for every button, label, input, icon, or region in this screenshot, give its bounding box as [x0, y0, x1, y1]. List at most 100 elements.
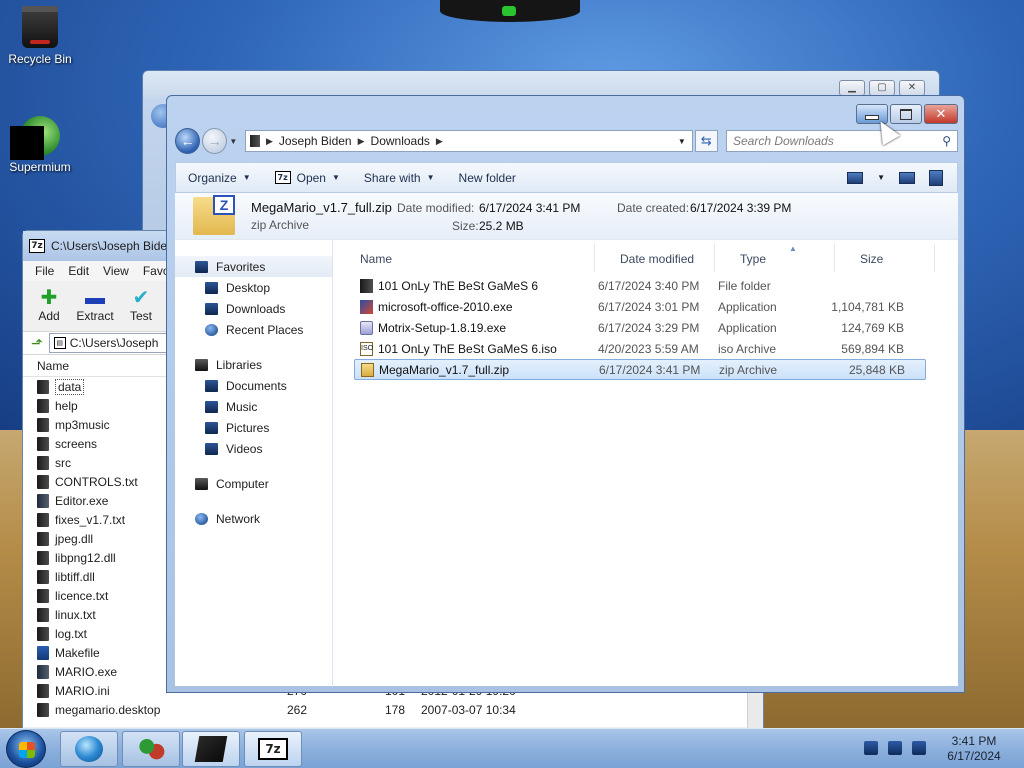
- add-label: Add: [38, 309, 60, 323]
- file-size: 569,894 KB: [841, 341, 904, 356]
- change-view-icon[interactable]: [847, 171, 864, 184]
- nav-downloads[interactable]: Downloads: [175, 298, 332, 319]
- forward-button[interactable]: →: [202, 128, 228, 154]
- navigation-pane: Favorites Desktop Downloads Recent Place…: [175, 240, 333, 687]
- organize-button[interactable]: Organize ▼: [176, 171, 263, 185]
- refresh-button[interactable]: ⇆: [694, 130, 718, 152]
- nav-favorites[interactable]: Favorites: [175, 256, 332, 277]
- breadcrumb-separator-icon[interactable]: ▶: [436, 136, 443, 147]
- test-button[interactable]: ✔ Test: [123, 287, 159, 323]
- folder-icon: [249, 135, 260, 147]
- add-button[interactable]: ✚ Add: [31, 287, 67, 323]
- menu-edit[interactable]: Edit: [68, 264, 89, 278]
- list-item[interactable]: megamario.desktop 262 178 2007-03-07 10:34: [23, 700, 763, 719]
- back-button[interactable]: ←: [175, 128, 201, 154]
- explorer-window[interactable]: ✕ ← → ▼ ▶ Joseph Biden ▶ Downloads ▶ ▼ ⇆…: [166, 95, 965, 693]
- preview-pane-icon[interactable]: [899, 171, 915, 184]
- explorer-content: Favorites Desktop Downloads Recent Place…: [175, 239, 958, 687]
- nav-label: Libraries: [216, 357, 263, 372]
- maximize-button[interactable]: [890, 104, 922, 124]
- nav-pictures[interactable]: Pictures: [175, 417, 332, 438]
- file-list-header: Name Date modified Type ▲ Size: [334, 244, 958, 272]
- file-icon: [37, 645, 49, 660]
- file-size: 262: [286, 702, 307, 717]
- details-pane: Z MegaMario_v1.7_full.zip zip Archive Da…: [175, 193, 958, 239]
- breadcrumb-downloads[interactable]: Downloads: [371, 134, 430, 148]
- nav-desktop[interactable]: Desktop: [175, 277, 332, 298]
- file-icon: [37, 569, 49, 584]
- column-header-size[interactable]: Size: [860, 252, 883, 266]
- breadcrumb-user[interactable]: Joseph Biden: [279, 134, 352, 148]
- up-folder-icon[interactable]: ⬏: [31, 335, 43, 352]
- file-row[interactable]: Motrix-Setup-1.8.19.exe 6/17/2024 3:29 PM…: [354, 317, 926, 338]
- nav-music[interactable]: Music: [175, 396, 332, 417]
- close-button[interactable]: ✕: [899, 80, 925, 96]
- menu-view[interactable]: View: [103, 264, 129, 278]
- tray-volume-icon[interactable]: [912, 741, 926, 755]
- file-row[interactable]: 101 OnLy ThE BeSt GaMeS 6 6/17/2024 3:40 …: [354, 275, 926, 296]
- recent-pages-dropdown[interactable]: ▼: [229, 137, 239, 146]
- file-size: 1,104,781 KB: [831, 299, 904, 314]
- nav-computer[interactable]: Computer: [175, 473, 332, 494]
- file-name: Motrix-Setup-1.8.19.exe: [378, 320, 507, 335]
- file-icon: [37, 664, 49, 679]
- users-icon: [137, 736, 165, 762]
- details-size-label: Size:: [452, 219, 479, 233]
- breadcrumb-separator-icon[interactable]: ▶: [266, 136, 273, 147]
- column-header-date-modified[interactable]: Date modified: [620, 252, 694, 266]
- iso-icon: ISO: [360, 341, 373, 356]
- desktop-icon-recycle-bin[interactable]: Recycle Bin: [0, 6, 80, 66]
- column-header-name[interactable]: Name: [360, 252, 392, 266]
- desktop-icon-supermium[interactable]: Supermium: [0, 116, 80, 174]
- zip-archive-icon: Z: [193, 195, 235, 235]
- address-dropdown-icon[interactable]: ▼: [678, 137, 692, 146]
- folder-icon: [37, 398, 49, 413]
- share-with-button[interactable]: Share with ▼: [352, 171, 447, 185]
- file-icon: [37, 512, 49, 527]
- motrix-icon: [360, 320, 373, 335]
- nav-recent-places[interactable]: Recent Places: [175, 319, 332, 340]
- minimize-button[interactable]: ▁: [839, 80, 865, 96]
- chevron-down-icon[interactable]: ▼: [877, 173, 885, 182]
- file-row[interactable]: MegaMario_v1.7_full.zip 6/17/2024 3:41 PM…: [354, 359, 926, 380]
- nav-documents[interactable]: Documents: [175, 375, 332, 396]
- file-icon: [37, 493, 49, 508]
- nav-network[interactable]: Network: [175, 508, 332, 529]
- folder-icon: [194, 736, 228, 762]
- start-button[interactable]: [6, 730, 46, 768]
- file-type: Application: [718, 299, 777, 314]
- help-icon[interactable]: [929, 169, 943, 186]
- breadcrumb-separator-icon[interactable]: ▶: [358, 136, 365, 147]
- details-file-name: MegaMario_v1.7_full.zip: [251, 200, 392, 215]
- close-button[interactable]: ✕: [924, 104, 958, 124]
- new-folder-button[interactable]: New folder: [447, 171, 528, 185]
- libraries-icon: [195, 358, 208, 371]
- taskbar-7zip-button[interactable]: 7z: [244, 731, 302, 767]
- tray-network-icon[interactable]: [888, 741, 902, 755]
- nav-videos[interactable]: Videos: [175, 438, 332, 459]
- nav-libraries[interactable]: Libraries: [175, 354, 332, 375]
- test-label: Test: [129, 309, 152, 323]
- file-type: zip Archive: [719, 362, 778, 377]
- file-date-modified: 6/17/2024 3:40 PM: [598, 278, 700, 293]
- nav-label: Computer: [216, 476, 269, 491]
- file-row[interactable]: microsoft-office-2010.exe 6/17/2024 3:01 …: [354, 296, 926, 317]
- file-row[interactable]: ISO 101 OnLy ThE BeSt GaMeS 6.iso 4/20/202…: [354, 338, 926, 359]
- taskbar: 7z 3:41 PM 6/17/2024: [0, 728, 1024, 768]
- taskbar-users-button[interactable]: [122, 731, 180, 767]
- file-name: MegaMario_v1.7_full.zip: [379, 362, 510, 377]
- share-with-label: Share with: [363, 170, 421, 185]
- taskbar-ie-button[interactable]: [60, 731, 118, 767]
- search-input[interactable]: Search Downloads ⚲: [725, 130, 958, 152]
- column-header-type[interactable]: Type: [740, 252, 766, 266]
- extract-button[interactable]: ▬ Extract: [76, 287, 113, 323]
- tray-flag-icon[interactable]: [864, 741, 878, 755]
- file-date-modified: 6/17/2024 3:01 PM: [598, 299, 700, 314]
- menu-file[interactable]: File: [35, 264, 54, 278]
- taskbar-explorer-button[interactable]: [182, 731, 240, 767]
- file-name: microsoft-office-2010.exe: [378, 299, 513, 314]
- open-button[interactable]: 7z Open ▼: [263, 171, 352, 185]
- maximize-button[interactable]: ▢: [869, 80, 895, 96]
- address-bar[interactable]: ▶ Joseph Biden ▶ Downloads ▶ ▼: [244, 130, 693, 152]
- taskbar-clock[interactable]: 3:41 PM 6/17/2024: [938, 734, 1010, 764]
